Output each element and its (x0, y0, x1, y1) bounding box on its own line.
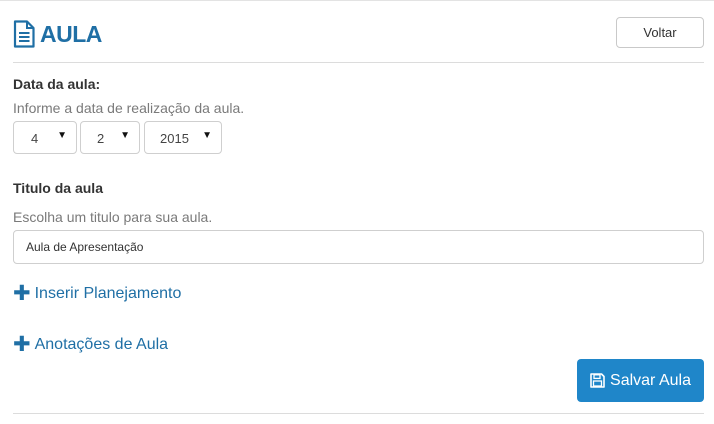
file-text-icon (13, 20, 35, 48)
insert-planning-label: Inserir Planejamento (34, 284, 182, 302)
year-select-value: 2015 (160, 131, 189, 146)
plus-icon: ✚ (13, 282, 31, 305)
title-label: Titulo da aula (13, 180, 103, 196)
insert-planning-link[interactable]: ✚ Inserir Planejamento (13, 283, 181, 304)
save-lesson-label: Salvar Aula (610, 371, 691, 389)
top-border (0, 0, 714, 1)
lesson-notes-link[interactable]: ✚ Anotações de Aula (13, 334, 168, 355)
lesson-notes-label: Anotações de Aula (34, 335, 169, 353)
date-help-text: Informe a data de realização da aula. (13, 100, 245, 116)
plus-icon: ✚ (13, 333, 31, 356)
back-button[interactable]: Voltar (616, 17, 704, 48)
caret-down-icon: ▼ (202, 130, 212, 141)
floppy-disk-icon (590, 373, 605, 388)
page-title-group: AULA (13, 20, 102, 48)
lesson-title-input[interactable]: Aula de Apresentação (13, 230, 704, 264)
caret-down-icon: ▼ (57, 130, 67, 141)
year-select[interactable]: 2015 ▼ (144, 121, 222, 154)
month-select-value: 2 (97, 131, 105, 146)
date-label: Data da aula: (13, 76, 101, 92)
day-select-value: 4 (31, 131, 39, 146)
header-divider (13, 62, 704, 63)
save-lesson-button[interactable]: Salvar Aula (577, 359, 704, 402)
caret-down-icon: ▼ (120, 130, 130, 141)
month-select[interactable]: 2 ▼ (80, 121, 140, 154)
footer-divider (13, 413, 704, 414)
title-help-text: Escolha um titulo para sua aula. (13, 209, 213, 225)
page-header: AULA Voltar (13, 17, 704, 63)
page-title: AULA (40, 20, 102, 47)
day-select[interactable]: 4 ▼ (13, 121, 77, 154)
